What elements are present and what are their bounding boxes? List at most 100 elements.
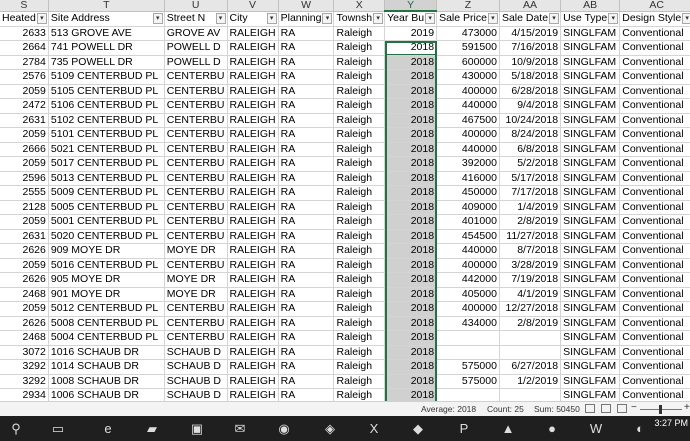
task-view-icon[interactable]: ▭ bbox=[46, 419, 70, 438]
cell-s[interactable]: 3072 bbox=[0, 345, 49, 360]
cell-y[interactable]: 2018 bbox=[384, 171, 438, 186]
cell-ac[interactable]: Conventional bbox=[619, 55, 690, 70]
cell-t[interactable]: 5009 CENTERBUD PL bbox=[48, 185, 165, 201]
field-header-cell[interactable]: Year Bu ▾ bbox=[384, 11, 438, 27]
cell-ab[interactable]: SINGLFAM bbox=[560, 98, 621, 114]
cell-s[interactable]: 2934 bbox=[0, 388, 49, 401]
cell-u[interactable]: MOYE DR bbox=[164, 243, 228, 259]
cell-v[interactable]: RALEIGH bbox=[227, 113, 279, 128]
taskbar-clock[interactable]: 3:27 PM bbox=[654, 418, 688, 428]
cell-ac[interactable]: Conventional bbox=[619, 359, 690, 375]
cell-s[interactable]: 3292 bbox=[0, 359, 49, 375]
cell-x[interactable]: Raleigh bbox=[333, 243, 386, 259]
cell-s[interactable]: 2666 bbox=[0, 142, 49, 157]
cell-ab[interactable]: SINGLFAM bbox=[560, 200, 621, 215]
cell-s[interactable]: 2059 bbox=[0, 156, 49, 172]
cell-x[interactable]: Raleigh bbox=[333, 142, 386, 157]
cell-aa[interactable] bbox=[499, 330, 562, 346]
cell-aa[interactable]: 4/1/2019 bbox=[499, 287, 562, 302]
cell-v[interactable]: RALEIGH bbox=[227, 243, 279, 259]
cell-y[interactable]: 2018 bbox=[384, 345, 438, 360]
cell-x[interactable]: Raleigh bbox=[333, 388, 386, 401]
cell-aa[interactable]: 6/8/2018 bbox=[499, 142, 562, 157]
cell-u[interactable]: CENTERBU bbox=[164, 127, 228, 143]
column-header-ac[interactable]: AC bbox=[619, 0, 690, 12]
cell-ab[interactable]: SINGLFAM bbox=[560, 316, 621, 331]
cell-y[interactable]: 2018 bbox=[384, 359, 438, 375]
cell-s[interactable]: 2631 bbox=[0, 113, 49, 128]
cell-u[interactable]: CENTERBU bbox=[164, 84, 228, 99]
field-header-cell[interactable]: Planning ▾ bbox=[278, 11, 335, 27]
cell-z[interactable]: 401000 bbox=[436, 214, 500, 230]
app-icon[interactable]: ▲ bbox=[496, 419, 520, 438]
cell-aa[interactable]: 10/9/2018 bbox=[499, 55, 562, 70]
cell-u[interactable]: CENTERBU bbox=[164, 200, 228, 215]
cell-y[interactable]: 2018 bbox=[384, 330, 438, 346]
cell-u[interactable]: CENTERBU bbox=[164, 316, 228, 331]
cell-ab[interactable]: SINGLFAM bbox=[560, 171, 621, 186]
cell-ac[interactable]: Conventional bbox=[619, 98, 690, 114]
cell-z[interactable]: 575000 bbox=[436, 374, 500, 389]
cell-aa[interactable]: 1/4/2019 bbox=[499, 200, 562, 215]
cell-y[interactable]: 2018 bbox=[384, 40, 438, 56]
cell-aa[interactable]: 5/18/2018 bbox=[499, 69, 562, 85]
cell-ab[interactable]: SINGLFAM bbox=[560, 84, 621, 99]
zoom-out-icon[interactable]: − bbox=[631, 402, 637, 413]
zoom-slider-handle[interactable] bbox=[659, 405, 662, 414]
cell-u[interactable]: MOYE DR bbox=[164, 287, 228, 302]
cell-s[interactable]: 2468 bbox=[0, 330, 49, 346]
cell-ab[interactable]: SINGLFAM bbox=[560, 330, 621, 346]
column-header-u[interactable]: U bbox=[164, 0, 228, 12]
cell-w[interactable]: RA bbox=[278, 200, 335, 215]
cell-w[interactable]: RA bbox=[278, 113, 335, 128]
cell-z[interactable]: 454500 bbox=[436, 229, 500, 244]
cell-w[interactable]: RA bbox=[278, 171, 335, 186]
cell-w[interactable]: RA bbox=[278, 55, 335, 70]
cell-u[interactable]: CENTERBU bbox=[164, 301, 228, 317]
cell-aa[interactable]: 5/2/2018 bbox=[499, 156, 562, 172]
cell-aa[interactable]: 2/8/2019 bbox=[499, 316, 562, 331]
cell-z[interactable]: 450000 bbox=[436, 185, 500, 201]
cell-v[interactable]: RALEIGH bbox=[227, 200, 279, 215]
cell-ab[interactable]: SINGLFAM bbox=[560, 69, 621, 85]
cell-u[interactable]: CENTERBU bbox=[164, 142, 228, 157]
cell-z[interactable]: 405000 bbox=[436, 287, 500, 302]
cell-t[interactable]: 5013 CENTERBUD PL bbox=[48, 171, 165, 186]
field-header-cell[interactable]: Site Address ▾ bbox=[48, 11, 165, 27]
cell-z[interactable]: 440000 bbox=[436, 243, 500, 259]
cell-ab[interactable]: SINGLFAM bbox=[560, 113, 621, 128]
cell-y[interactable]: 2018 bbox=[384, 113, 438, 128]
cell-w[interactable]: RA bbox=[278, 40, 335, 56]
cell-w[interactable]: RA bbox=[278, 229, 335, 244]
cell-v[interactable]: RALEIGH bbox=[227, 142, 279, 157]
cell-z[interactable]: 440000 bbox=[436, 98, 500, 114]
cell-aa[interactable] bbox=[499, 345, 562, 360]
cell-u[interactable]: CENTERBU bbox=[164, 98, 228, 114]
cell-y[interactable]: 2018 bbox=[384, 287, 438, 302]
cell-v[interactable]: RALEIGH bbox=[227, 388, 279, 401]
cell-t[interactable]: 1008 SCHAUB DR bbox=[48, 374, 165, 389]
cell-ac[interactable]: Conventional bbox=[619, 258, 690, 273]
cell-ac[interactable]: Conventional bbox=[619, 316, 690, 331]
cell-ac[interactable]: Conventional bbox=[619, 171, 690, 186]
cell-s[interactable]: 2555 bbox=[0, 185, 49, 201]
column-header-z[interactable]: Z bbox=[436, 0, 500, 12]
filter-dropdown-icon[interactable]: ▾ bbox=[682, 12, 690, 24]
cell-ab[interactable]: SINGLFAM bbox=[560, 243, 621, 259]
cell-aa[interactable]: 8/24/2018 bbox=[499, 127, 562, 143]
column-header-aa[interactable]: AA bbox=[499, 0, 562, 12]
cell-t[interactable]: 5004 CENTERBUD PL bbox=[48, 330, 165, 346]
cell-aa[interactable]: 4/15/2019 bbox=[499, 26, 562, 41]
filter-dropdown-icon[interactable]: ▾ bbox=[487, 12, 498, 24]
cell-s[interactable]: 2626 bbox=[0, 316, 49, 331]
cell-t[interactable]: 513 GROVE AVE bbox=[48, 26, 165, 41]
cell-w[interactable]: RA bbox=[278, 301, 335, 317]
cell-v[interactable]: RALEIGH bbox=[227, 84, 279, 99]
cell-t[interactable]: 741 POWELL DR bbox=[48, 40, 165, 56]
cell-w[interactable]: RA bbox=[278, 142, 335, 157]
cell-z[interactable] bbox=[436, 330, 500, 346]
cell-z[interactable] bbox=[436, 388, 500, 401]
cell-t[interactable]: 5005 CENTERBUD PL bbox=[48, 200, 165, 215]
cell-s[interactable]: 2576 bbox=[0, 69, 49, 85]
cell-ac[interactable]: Conventional bbox=[619, 69, 690, 85]
